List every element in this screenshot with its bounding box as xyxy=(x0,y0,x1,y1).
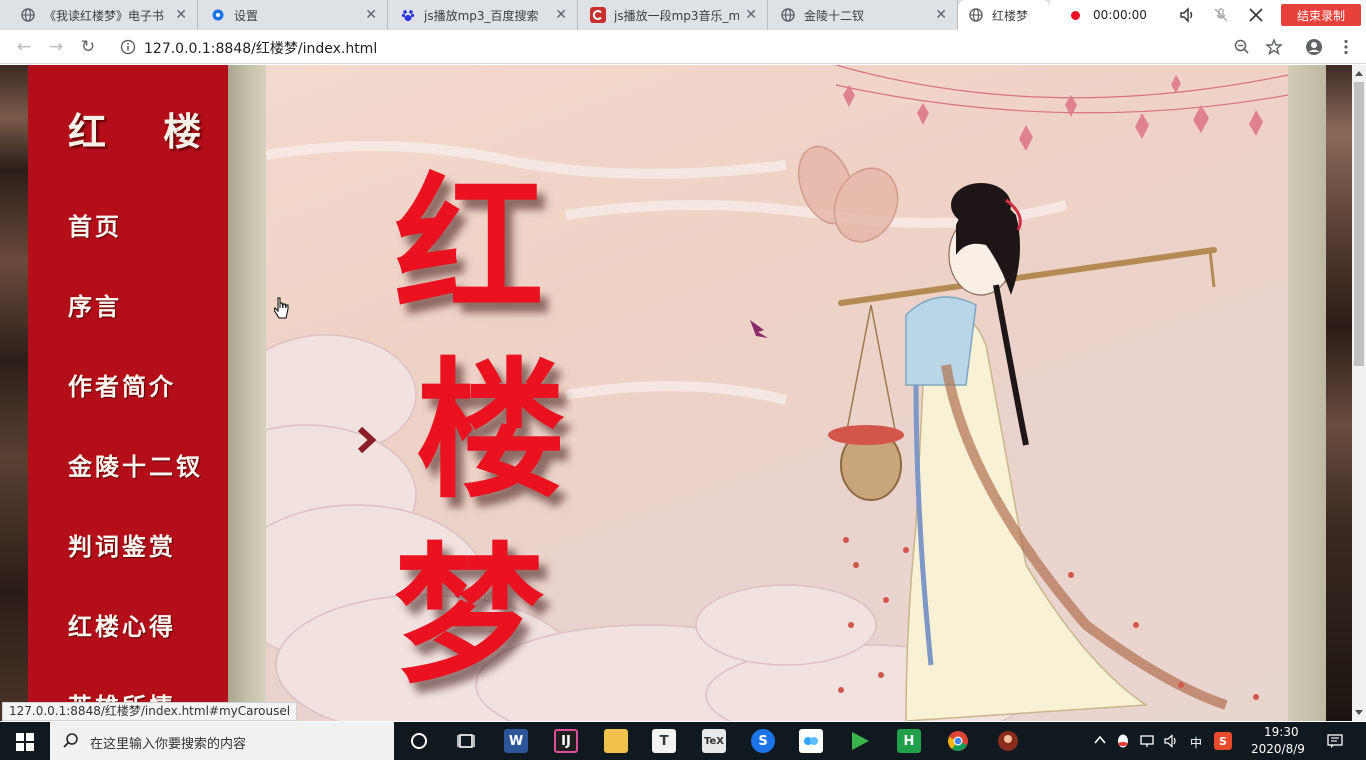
taskbar-search-box[interactable]: 在这里输入你要搜索的内容 xyxy=(50,722,394,760)
tab-wodu-hongloumeng[interactable]: 《我读红楼梦》电子书 ✕ xyxy=(10,0,198,30)
microphone-muted-icon[interactable] xyxy=(1212,6,1230,24)
scroll-thumb[interactable] xyxy=(1354,82,1364,366)
scroll-down-arrow-icon[interactable] xyxy=(1355,710,1363,715)
windows-start-icon[interactable] xyxy=(16,733,34,751)
chrome-icon[interactable] xyxy=(946,729,970,753)
link-status-bubble: 127.0.0.1:8848/红楼梦/index.html#myCarousel xyxy=(2,702,298,721)
sogou-ime-icon[interactable]: S xyxy=(1214,732,1232,750)
tab-hongloumeng-active[interactable]: 红楼梦 xyxy=(958,0,1050,30)
globe-icon xyxy=(780,7,796,23)
tab-label: 金陵十二钗 xyxy=(804,8,865,23)
record-dot-icon xyxy=(1071,10,1080,20)
back-arrow-icon[interactable]: ← xyxy=(15,38,33,56)
record-timer: 00:00:00 xyxy=(1093,8,1147,22)
brand-title: 红 楼 xyxy=(68,109,224,154)
close-icon[interactable]: ✕ xyxy=(555,7,567,23)
nav-item-home[interactable]: 首页 xyxy=(68,207,122,242)
player-icon[interactable] xyxy=(848,729,872,753)
tab-label: js播放mp3_百度搜索 xyxy=(424,8,539,23)
carousel-prev-chevron-icon[interactable] xyxy=(354,425,378,455)
carousel-left-frame xyxy=(228,65,266,721)
hbuilder-icon[interactable]: H xyxy=(897,729,921,753)
tab-csdn[interactable]: js播放一段mp3音乐_m ✕ xyxy=(580,0,768,30)
screen-recorder-bar: 00:00:00 结束录制 xyxy=(1050,0,1366,30)
tab-baidu-search[interactable]: js播放mp3_百度搜索 ✕ xyxy=(390,0,578,30)
carousel-right-frame xyxy=(1288,65,1326,721)
task-view-icon[interactable] xyxy=(454,729,478,753)
more-menu-icon[interactable] xyxy=(1337,38,1355,56)
background-photo-left xyxy=(0,65,28,721)
close-icon[interactable]: ✕ xyxy=(745,7,757,23)
file-explorer-icon[interactable] xyxy=(604,729,628,753)
tab-label: js播放一段mp3音乐_m xyxy=(614,8,740,23)
sogou-browser-icon[interactable]: S xyxy=(751,729,775,753)
nav-item-verdicts[interactable]: 判词鉴赏 xyxy=(68,527,176,562)
typora-icon[interactable]: T xyxy=(652,729,676,753)
qq-icon[interactable] xyxy=(1114,732,1132,750)
search-placeholder: 在这里输入你要搜索的内容 xyxy=(90,737,247,752)
globe-icon xyxy=(20,7,36,23)
page-viewport: 红 楼 首页 序言 作者简介 金陵十二钗 判词鉴赏 红楼心得 英雄所情 xyxy=(0,65,1366,721)
word-icon[interactable]: W xyxy=(504,729,528,753)
clock-date[interactable]: 2020/8/9 xyxy=(1251,742,1305,756)
tab-jinling[interactable]: 金陵十二钗 ✕ xyxy=(770,0,958,30)
baidu-netdisk-icon[interactable] xyxy=(799,729,823,753)
hero-title-char: 梦 xyxy=(394,528,545,704)
scroll-up-arrow-icon[interactable] xyxy=(1355,71,1363,76)
cortana-icon[interactable] xyxy=(407,729,431,753)
csdn-icon xyxy=(590,7,606,23)
close-icon[interactable]: ✕ xyxy=(935,7,947,23)
notification-center-icon[interactable] xyxy=(1325,731,1345,751)
end-recording-button[interactable]: 结束录制 xyxy=(1281,4,1361,26)
baidu-paw-icon xyxy=(400,7,416,23)
nav-item-preface[interactable]: 序言 xyxy=(68,287,122,322)
volume-icon[interactable] xyxy=(1162,732,1180,750)
nav-item-jinling-twelve[interactable]: 金陵十二钗 xyxy=(68,447,203,482)
close-icon[interactable]: ✕ xyxy=(175,7,187,23)
zoom-icon[interactable] xyxy=(1233,38,1251,56)
tab-label: 红楼梦 xyxy=(992,8,1029,23)
page-scrollbar[interactable] xyxy=(1352,65,1366,721)
tab-settings[interactable]: 设置 ✕ xyxy=(200,0,388,30)
tray-expand-icon[interactable] xyxy=(1092,732,1108,748)
mouse-cursor-icon xyxy=(274,297,290,319)
speaker-icon[interactable] xyxy=(1178,6,1196,24)
tab-label: 设置 xyxy=(234,8,259,23)
profile-avatar-icon[interactable] xyxy=(1305,38,1323,56)
bookmark-star-icon[interactable] xyxy=(1265,38,1283,56)
reload-icon[interactable]: ↻ xyxy=(79,38,97,56)
search-icon xyxy=(62,732,80,750)
tex-icon[interactable]: TeX xyxy=(702,729,726,753)
sidebar-nav: 红 楼 首页 序言 作者简介 金陵十二钗 判词鉴赏 红楼心得 英雄所情 xyxy=(28,65,228,721)
carousel-slide-image[interactable]: 红 楼 梦 xyxy=(266,65,1288,721)
intellij-icon[interactable]: IJ xyxy=(554,729,578,753)
windows-taskbar: 在这里输入你要搜索的内容 W IJ T TeX S H 中 S 19:30 20… xyxy=(0,722,1366,760)
ime-indicator[interactable]: 中 xyxy=(1190,734,1202,751)
gear-icon xyxy=(210,7,226,23)
address-bar[interactable]: 127.0.0.1:8848/红楼梦/index.html xyxy=(110,33,1290,61)
close-recorder-icon[interactable] xyxy=(1247,6,1265,24)
network-icon[interactable] xyxy=(1138,732,1156,750)
info-icon[interactable] xyxy=(120,39,136,55)
tab-label: 《我读红楼梦》电子书 xyxy=(44,8,165,23)
app-avatar-icon[interactable] xyxy=(996,729,1020,753)
browser-toolbar: ← → ↻ 127.0.0.1:8848/红楼梦/index.html xyxy=(0,30,1366,64)
browser-tab-strip: 《我读红楼梦》电子书 ✕ 设置 ✕ js播放mp3_百度搜索 ✕ js播放一段m… xyxy=(0,0,1366,30)
forward-arrow-icon[interactable]: → xyxy=(47,38,65,56)
close-icon[interactable]: ✕ xyxy=(365,7,377,23)
url-text: 127.0.0.1:8848/红楼梦/index.html xyxy=(144,41,378,57)
nav-item-insights[interactable]: 红楼心得 xyxy=(68,607,176,642)
nav-item-author[interactable]: 作者简介 xyxy=(68,367,176,402)
clock-time[interactable]: 19:30 xyxy=(1264,725,1299,739)
background-photo-right xyxy=(1326,65,1352,721)
globe-icon xyxy=(968,7,984,23)
